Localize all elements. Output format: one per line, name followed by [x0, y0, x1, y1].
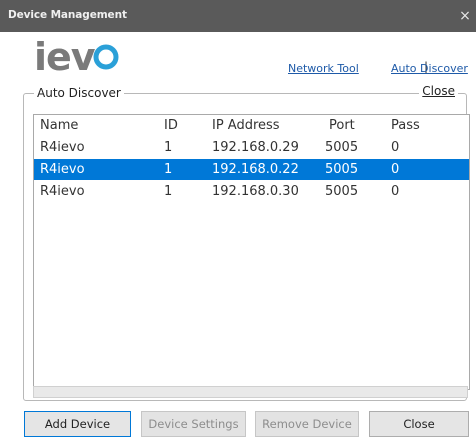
- device-id: 1: [164, 184, 173, 199]
- column-header-port[interactable]: Port: [329, 115, 355, 136]
- device-pass: 0: [391, 162, 400, 177]
- device-row-selected[interactable]: R4ievo 1 192.168.0.22 5005 0: [34, 159, 469, 180]
- column-header-pass[interactable]: Pass: [391, 115, 420, 136]
- device-ip: 192.168.0.30: [212, 184, 299, 199]
- device-settings-button[interactable]: Device Settings: [141, 411, 246, 437]
- device-name: R4ievo: [40, 184, 85, 199]
- device-list[interactable]: Name ID IP Address Port Pass R4ievo 1 19…: [33, 114, 470, 390]
- close-button[interactable]: Close: [369, 411, 469, 437]
- add-device-button[interactable]: Add Device: [24, 411, 131, 437]
- device-port: 5005: [325, 140, 359, 155]
- auto-discover-group-title: Auto Discover: [34, 86, 124, 100]
- column-header-ip-address[interactable]: IP Address: [212, 115, 280, 136]
- column-header-id[interactable]: ID: [164, 115, 178, 136]
- device-row[interactable]: R4ievo 1 192.168.0.29 5005 0: [34, 137, 469, 158]
- svg-text:iev: iev: [34, 35, 96, 76]
- auto-discover-close-link[interactable]: Close: [419, 84, 458, 98]
- window-title: Device Management: [8, 9, 127, 21]
- device-ip: 192.168.0.29: [212, 140, 299, 155]
- device-pass: 0: [391, 140, 400, 155]
- device-name: R4ievo: [40, 140, 85, 155]
- column-header-name[interactable]: Name: [40, 115, 78, 136]
- device-port: 5005: [325, 184, 359, 199]
- window-close-icon[interactable]: ×: [454, 0, 476, 32]
- auto-discover-link[interactable]: Auto Discover: [391, 62, 468, 75]
- title-bar: Device Management ×: [0, 0, 476, 32]
- device-id: 1: [164, 140, 173, 155]
- ievo-logo: iev: [34, 35, 119, 76]
- network-tool-link[interactable]: Network Tool: [288, 62, 359, 75]
- horizontal-scrollbar[interactable]: [33, 386, 468, 398]
- device-pass: 0: [391, 184, 400, 199]
- device-id: 1: [164, 162, 173, 177]
- device-row[interactable]: R4ievo 1 192.168.0.30 5005 0: [34, 181, 469, 202]
- device-name: R4ievo: [40, 162, 85, 177]
- device-port: 5005: [325, 162, 359, 177]
- device-ip: 192.168.0.22: [212, 162, 299, 177]
- device-list-header: Name ID IP Address Port Pass: [34, 115, 469, 136]
- remove-device-button[interactable]: Remove Device: [255, 411, 359, 437]
